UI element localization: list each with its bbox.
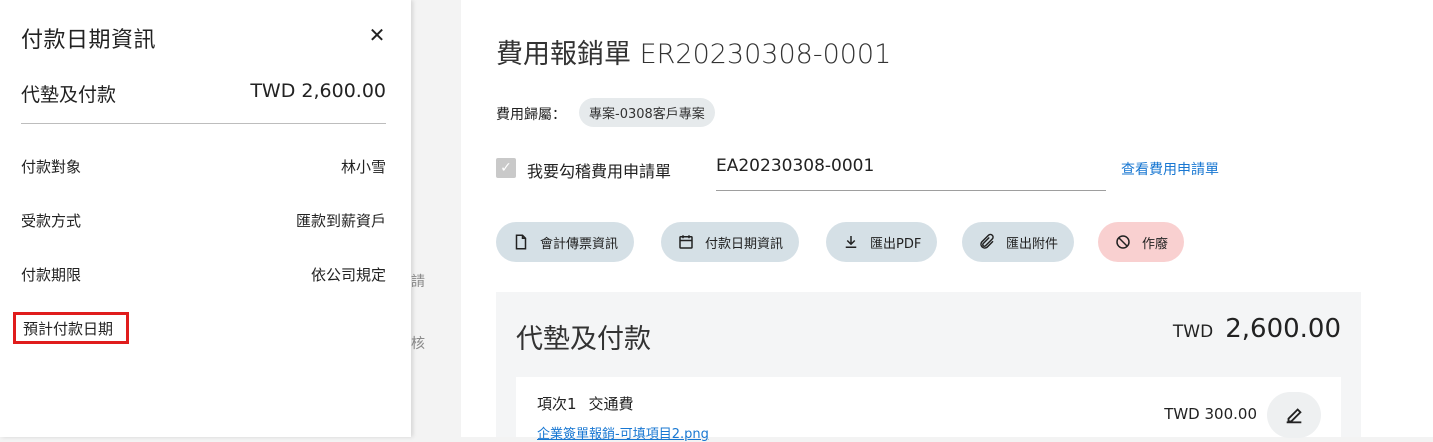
expected-payment-date-label: 預計付款日期 [13,312,129,344]
payment-method-row: 受款方式 匯款到薪資戶 [21,210,386,231]
expected-payment-date-text: 預計付款日期 [23,319,114,338]
export-attachments-label: 匯出附件 [1006,236,1059,252]
block-icon [1116,235,1130,249]
export-pdf-button[interactable]: 匯出PDF [826,222,938,262]
voucher-info-button[interactable]: 會計傳票資訊 [496,222,635,262]
expense-report-panel: 費用報銷單 ER20230308-0001 費用歸屬： 專案-0308客戶專案 … [461,0,1433,442]
document-icon [515,234,527,250]
card-total-currency: TWD [1172,322,1214,342]
drawer-total-row: 代墊及付款 TWD 2,600.00 [21,80,386,107]
request-number-field[interactable]: EA20230308-0001 [716,154,1106,191]
payment-date-info-button[interactable]: 付款日期資訊 [661,222,800,262]
page-title: 費用報銷單 ER20230308-0001 [496,39,892,70]
export-pdf-label: 匯出PDF [870,236,922,252]
payment-deadline-row: 付款期限 依公司規定 [21,264,386,285]
void-label: 作廢 [1142,236,1169,252]
link-request-checkbox-label: 我要勾稽費用申請單 [527,162,672,181]
payment-deadline-label: 付款期限 [21,266,82,284]
drawer-divider [21,123,386,124]
background-text-1: 請 [411,274,425,290]
close-icon[interactable]: ✕ [366,23,388,47]
paperclip-icon [980,233,994,249]
edit-item-button[interactable] [1267,392,1321,438]
background-text-2: 核 [411,336,425,352]
payment-method-value: 匯款到薪資戶 [295,212,386,230]
payment-deadline-value: 依公司規定 [310,266,386,284]
payment-date-drawer: 付款日期資訊 ✕ 代墊及付款 TWD 2,600.00 付款對象 林小雪 受款方… [0,0,411,437]
item-type: 交通費 [588,395,634,413]
calendar-icon [679,235,693,249]
item-header: 項次1 交通費 [537,393,634,414]
drawer-total-value: TWD 2,600.00 [250,80,386,102]
payment-method-label: 受款方式 [21,212,82,230]
void-button[interactable]: 作廢 [1098,222,1185,262]
export-attachments-button[interactable]: 匯出附件 [962,222,1075,262]
payee-label: 付款對象 [21,158,82,176]
payment-date-info-label: 付款日期資訊 [705,236,784,252]
category-chip: 專案-0308客戶專案 [579,98,715,127]
drawer-total-label: 代墊及付款 [21,84,117,106]
link-request-checkbox[interactable]: ✓ [496,158,516,178]
advance-payment-card: 代墊及付款 TWD 2,600.00 項次1 交通費 企業簽單報銷-可填項目2.… [496,292,1361,442]
list-item: 項次1 交通費 企業簽單報銷-可填項目2.png TWD 300.00 [516,377,1341,442]
payee-value: 林小雪 [340,158,386,176]
card-total: TWD 2,600.00 [1173,314,1341,344]
item-attachment-link[interactable]: 企業簽單報銷-可填項目2.png [537,423,709,442]
item-index: 項次1 [537,395,577,413]
download-icon [845,236,857,248]
card-total-amount: 2,600.00 [1225,314,1341,344]
item-amount: TWD 300.00 [1164,405,1257,423]
category-label: 費用歸屬： [496,107,566,123]
payee-row: 付款對象 林小雪 [21,156,386,177]
pencil-icon [1286,408,1302,424]
view-request-link[interactable]: 查看費用申請單 [1121,159,1219,179]
drawer-title: 付款日期資訊 [21,28,157,53]
voucher-info-label: 會計傳票資訊 [540,236,619,252]
card-title: 代墊及付款 [516,324,651,355]
